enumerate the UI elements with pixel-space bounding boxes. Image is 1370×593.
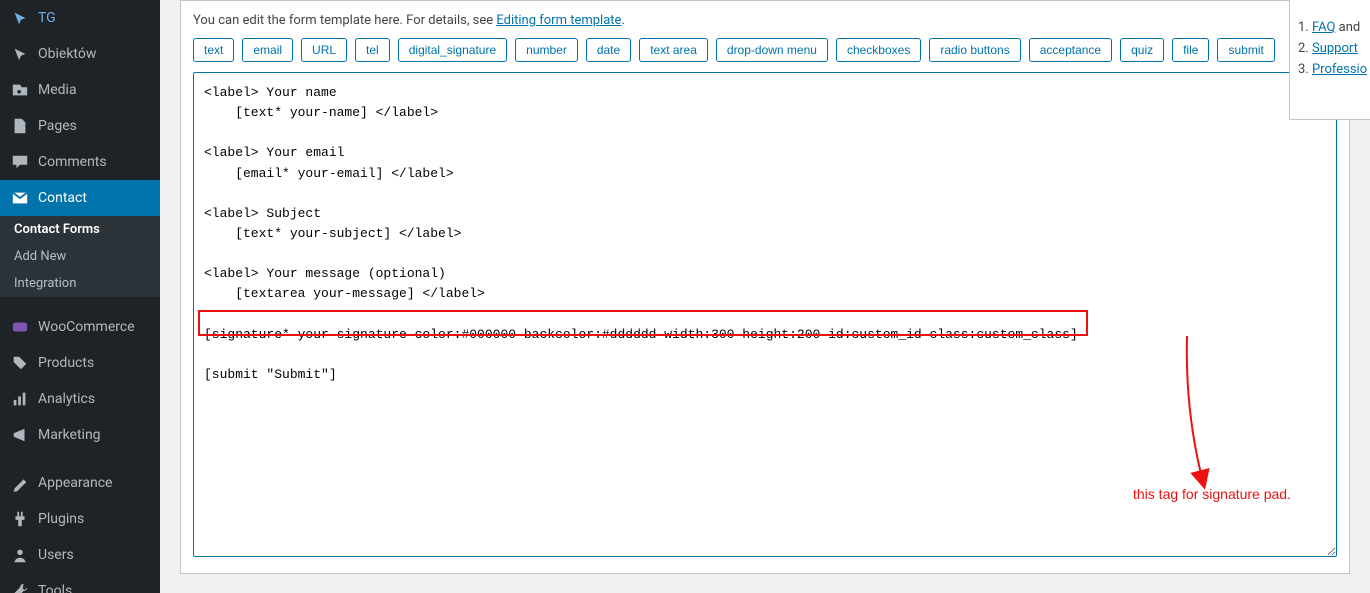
sidebar-item-label: Users bbox=[38, 547, 74, 563]
form-editor-help: You can edit the form template here. For… bbox=[193, 13, 1337, 28]
help-link-item: FAQ and bbox=[1298, 20, 1363, 35]
tag-button-quiz[interactable]: quiz bbox=[1120, 38, 1164, 62]
sidebar-item-label: Analytics bbox=[38, 391, 95, 407]
help-text-suffix: . bbox=[621, 13, 624, 28]
sidebar-item-label: Marketing bbox=[38, 427, 101, 443]
submenu-item-add-new[interactable]: Add New bbox=[0, 243, 160, 270]
tag-button-email[interactable]: email bbox=[242, 38, 293, 62]
pin-icon bbox=[10, 44, 30, 64]
tag-button-URL[interactable]: URL bbox=[301, 38, 347, 62]
form-template-wrap: this tag for signature pad. bbox=[193, 72, 1337, 561]
sidebar-item-woocommerce[interactable]: WooCommerce bbox=[0, 309, 160, 345]
sidebar-item-label: Products bbox=[38, 355, 94, 371]
help-link-item: Professio bbox=[1298, 62, 1363, 77]
form-template-textarea[interactable] bbox=[193, 72, 1337, 557]
sidebar-item-label: WooCommerce bbox=[38, 319, 135, 335]
sidebar-item-label: Plugins bbox=[38, 511, 84, 527]
tag-button-text-area[interactable]: text area bbox=[639, 38, 708, 62]
submenu-item-integration[interactable]: Integration bbox=[0, 270, 160, 297]
sidebar-item-plugins[interactable]: Plugins bbox=[0, 501, 160, 537]
pin-icon bbox=[10, 8, 30, 28]
tag-button-digital-signature[interactable]: digital_signature bbox=[398, 38, 507, 62]
marketing-icon bbox=[10, 425, 30, 445]
sidebar-item-media[interactable]: Media bbox=[0, 72, 160, 108]
tag-button-radio-buttons[interactable]: radio buttons bbox=[929, 38, 1020, 62]
sidebar-item-analytics[interactable]: Analytics bbox=[0, 381, 160, 417]
tag-button-file[interactable]: file bbox=[1172, 38, 1209, 62]
tag-button-number[interactable]: number bbox=[515, 38, 578, 62]
main-content: You can edit the form template here. For… bbox=[160, 0, 1370, 593]
users-icon bbox=[10, 545, 30, 565]
tag-button-text[interactable]: text bbox=[193, 38, 234, 62]
help-link-support[interactable]: Support bbox=[1312, 41, 1358, 56]
help-link[interactable]: Editing form template bbox=[496, 13, 621, 28]
sidebar-item-label: Contact bbox=[38, 190, 87, 206]
tag-button-row: text email URL tel digital_signature number da… bbox=[193, 38, 1337, 62]
admin-sidebar: TG Obiektów Media Pages Comments Contact Conta… bbox=[0, 0, 160, 593]
appearance-icon bbox=[10, 473, 30, 493]
woo-icon bbox=[10, 317, 30, 337]
tag-button-checkboxes[interactable]: checkboxes bbox=[836, 38, 921, 62]
plugins-icon bbox=[10, 509, 30, 529]
help-link-faq[interactable]: FAQ bbox=[1312, 20, 1335, 35]
sidebar-item-marketing[interactable]: Marketing bbox=[0, 417, 160, 453]
products-icon bbox=[10, 353, 30, 373]
sidebar-item-obiektów[interactable]: Obiektów bbox=[0, 36, 160, 72]
tag-button-submit[interactable]: submit bbox=[1217, 38, 1274, 62]
help-text-prefix: You can edit the form template here. For… bbox=[193, 13, 496, 28]
form-editor-panel: You can edit the form template here. For… bbox=[180, 0, 1350, 574]
tools-icon bbox=[10, 581, 30, 593]
sidebar-item-users[interactable]: Users bbox=[0, 537, 160, 573]
sidebar-item-contact[interactable]: Contact bbox=[0, 180, 160, 216]
help-link-item: Support bbox=[1298, 41, 1363, 56]
tag-button-date[interactable]: date bbox=[586, 38, 631, 62]
sidebar-submenu: Contact FormsAdd NewIntegration bbox=[0, 216, 160, 297]
submenu-item-contact-forms[interactable]: Contact Forms bbox=[0, 216, 160, 243]
sidebar-item-pages[interactable]: Pages bbox=[0, 108, 160, 144]
mail-icon bbox=[10, 188, 30, 208]
sidebar-item-tg[interactable]: TG bbox=[0, 0, 160, 36]
sidebar-item-label: Media bbox=[38, 82, 77, 98]
tag-button-acceptance[interactable]: acceptance bbox=[1029, 38, 1112, 62]
sidebar-item-appearance[interactable]: Appearance bbox=[0, 465, 160, 501]
sidebar-item-tools[interactable]: Tools bbox=[0, 573, 160, 593]
sidebar-item-products[interactable]: Products bbox=[0, 345, 160, 381]
sidebar-item-label: Comments bbox=[38, 154, 107, 170]
pages-icon bbox=[10, 116, 30, 136]
sidebar-item-comments[interactable]: Comments bbox=[0, 144, 160, 180]
media-icon bbox=[10, 80, 30, 100]
sidebar-item-label: Tools bbox=[38, 583, 72, 593]
sidebar-item-label: Appearance bbox=[38, 475, 112, 491]
help-sidebar: FAQ and Support Professio bbox=[1289, 0, 1370, 120]
analytics-icon bbox=[10, 389, 30, 409]
tag-button-drop-down-menu[interactable]: drop-down menu bbox=[716, 38, 828, 62]
tag-button-tel[interactable]: tel bbox=[355, 38, 390, 62]
sidebar-item-label: Obiektów bbox=[38, 46, 96, 62]
help-link-professio[interactable]: Professio bbox=[1312, 62, 1367, 77]
comments-icon bbox=[10, 152, 30, 172]
sidebar-item-label: TG bbox=[38, 10, 56, 26]
sidebar-item-label: Pages bbox=[38, 118, 77, 134]
